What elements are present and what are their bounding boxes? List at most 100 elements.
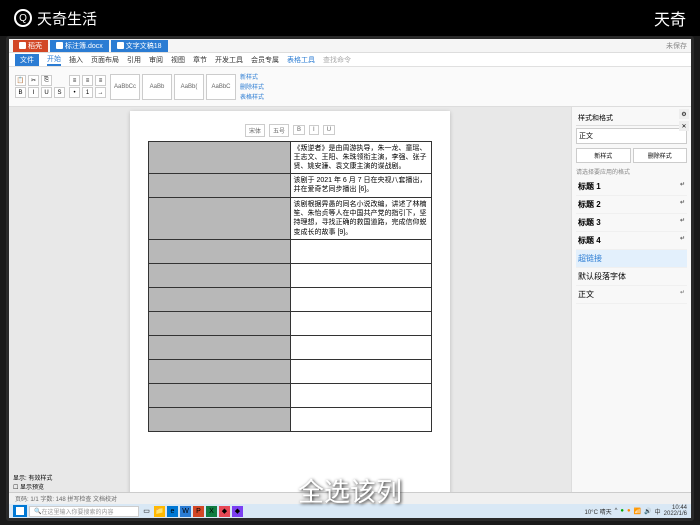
editor-canvas[interactable]: 宋体 五号 B I U 《叛逆者》是由周游执导，朱一龙、童瑶、王志文、王阳、朱珠… bbox=[9, 107, 571, 504]
app-icon bbox=[19, 42, 26, 49]
doc-icon bbox=[56, 42, 63, 49]
style-item-h1[interactable]: 标题 1↵ bbox=[576, 178, 687, 196]
cell-selected[interactable] bbox=[149, 142, 291, 174]
titlebar: 稻壳 标注簿.docx 文字文稿18 未保存 bbox=[9, 39, 691, 53]
indent-button[interactable]: → bbox=[95, 87, 106, 98]
mini-toolbar: 宋体 五号 B I U bbox=[148, 123, 432, 137]
menu-start[interactable]: 开始 bbox=[47, 54, 61, 66]
tray-icon[interactable]: ● bbox=[627, 508, 631, 514]
menu-insert[interactable]: 插入 bbox=[69, 55, 83, 65]
align-center-button[interactable]: ≡ bbox=[82, 75, 93, 86]
style-h2[interactable]: AaBb( bbox=[174, 74, 204, 100]
excel-icon[interactable]: X bbox=[206, 506, 217, 517]
new-style-button[interactable]: 新样式 bbox=[576, 148, 631, 163]
menu-view[interactable]: 视图 bbox=[171, 55, 185, 65]
tab-doc2[interactable]: 文字文稿18 bbox=[111, 40, 168, 52]
system-tray: 10°C 晴天 ^ ● ● 📶 🔊 中 10:44 2022/1/6 bbox=[585, 505, 688, 517]
clock-date[interactable]: 2022/1/6 bbox=[664, 511, 687, 517]
size-select[interactable]: 五号 bbox=[269, 124, 289, 137]
font-select[interactable]: 宋体 bbox=[245, 124, 265, 137]
app-icon-2[interactable]: ◆ bbox=[232, 506, 243, 517]
mini-bold[interactable]: B bbox=[293, 125, 305, 135]
brand-right: 天奇 bbox=[654, 6, 686, 30]
start-button[interactable] bbox=[13, 505, 27, 517]
style-list: 标题 1↵ 标题 2↵ 标题 3↵ 标题 4↵ 超链接 默认段落字体 正文↵ bbox=[576, 178, 687, 304]
menu-chapter[interactable]: 章节 bbox=[193, 55, 207, 65]
windows-icon bbox=[16, 507, 24, 515]
document-table[interactable]: 《叛逆者》是由周游执导，朱一龙、童瑶、王志文、王阳、朱珠领衔主演，李强、张子贤、… bbox=[148, 141, 432, 432]
underline-button[interactable]: U bbox=[41, 87, 52, 98]
table-row bbox=[149, 287, 432, 311]
style-h1[interactable]: AaBb bbox=[142, 74, 172, 100]
list-header: 请选择要应用的格式 bbox=[576, 167, 687, 176]
styles-panel: ⚙ ✕ 样式和格式 正文 新样式 删除样式 请选择要应用的格式 标题 1↵ 标题… bbox=[571, 107, 691, 504]
style-normal[interactable]: AaBbCc bbox=[110, 74, 140, 100]
edge-icon[interactable]: e bbox=[167, 506, 178, 517]
panel-close-icon[interactable]: ✕ bbox=[679, 121, 689, 131]
style-item-h4[interactable]: 标题 4↵ bbox=[576, 232, 687, 250]
app-icon-1[interactable]: ◆ bbox=[219, 506, 230, 517]
table-row: 该剧于 2021 年 6 月 7 日在央视八套播出，并在爱奇艺同步播出 [6]。 bbox=[149, 174, 432, 198]
mini-italic[interactable]: I bbox=[309, 125, 319, 135]
weather-widget[interactable]: 10°C 晴天 bbox=[585, 507, 612, 516]
align-right-button[interactable]: ≡ bbox=[95, 75, 106, 86]
page-info: 页码: 1/1 字数: 148 拼写检查 文档校对 bbox=[15, 494, 117, 503]
style-item-h3[interactable]: 标题 3↵ bbox=[576, 214, 687, 232]
new-style-link[interactable]: 新样式 bbox=[240, 72, 264, 81]
explorer-icon[interactable]: 📁 bbox=[154, 506, 165, 517]
paste-button[interactable]: 📋 bbox=[15, 75, 26, 86]
monitor-frame: 稻壳 标注簿.docx 文字文稿18 未保存 文件 开始 插入 页面布局 引用 … bbox=[6, 36, 694, 521]
menu-member[interactable]: 会员专属 bbox=[251, 55, 279, 65]
table-row: 该剧根据畀愚的同名小说改编，讲述了林楠笙、朱怡贞等人在中国共产党的指引下，坚持理… bbox=[149, 198, 432, 239]
italic-button[interactable]: I bbox=[28, 87, 39, 98]
align-left-button[interactable]: ≡ bbox=[69, 75, 80, 86]
table-row bbox=[149, 263, 432, 287]
style-item-h2[interactable]: 标题 2↵ bbox=[576, 196, 687, 214]
style-item-link[interactable]: 超链接 bbox=[576, 250, 687, 268]
menu-layout[interactable]: 页面布局 bbox=[91, 55, 119, 65]
style-h3[interactable]: AaBbC bbox=[206, 74, 236, 100]
brand-icon: Q bbox=[14, 9, 32, 27]
menu-search[interactable]: 查找命令 bbox=[323, 55, 351, 65]
menu-table-tools[interactable]: 表格工具 bbox=[287, 55, 315, 65]
brand-logo: Q 天奇生活 bbox=[14, 8, 97, 29]
list-button[interactable]: • bbox=[69, 87, 80, 98]
copy-button[interactable]: ⎘ bbox=[41, 75, 52, 86]
panel-tool-icon[interactable]: ⚙ bbox=[679, 109, 689, 119]
table-row: 《叛逆者》是由周游执导，朱一龙、童瑶、王志文、王阳、朱珠领衔主演，李强、张子贤、… bbox=[149, 142, 432, 174]
task-view-icon[interactable]: ▭ bbox=[141, 506, 152, 517]
table-row bbox=[149, 239, 432, 263]
tray-icon[interactable]: ● bbox=[620, 508, 624, 514]
ppt-icon[interactable]: P bbox=[193, 506, 204, 517]
tab-home[interactable]: 稻壳 bbox=[13, 40, 48, 52]
table-row bbox=[149, 383, 432, 407]
tray-up-icon[interactable]: ^ bbox=[615, 508, 618, 514]
menu-ref[interactable]: 引用 bbox=[127, 55, 141, 65]
brand-text: 天奇生活 bbox=[37, 8, 97, 29]
delete-style-button[interactable]: 删除样式 bbox=[633, 148, 688, 163]
menu-review[interactable]: 审阅 bbox=[149, 55, 163, 65]
style-item-default[interactable]: 默认段落字体 bbox=[576, 268, 687, 286]
cut-button[interactable]: ✂ bbox=[28, 75, 39, 86]
tab-doc1[interactable]: 标注簿.docx bbox=[50, 40, 109, 52]
numlist-button[interactable]: 1 bbox=[82, 87, 93, 98]
menu-file[interactable]: 文件 bbox=[15, 54, 39, 66]
volume-icon[interactable]: 🔊 bbox=[644, 508, 651, 515]
style-item-body[interactable]: 正文↵ bbox=[576, 286, 687, 304]
bold-button[interactable]: B bbox=[15, 87, 26, 98]
ribbon: 📋 ✂ ⎘ B I U S ≡ ≡ ≡ • 1 → Aa bbox=[9, 67, 691, 107]
unsaved-badge: 未保存 bbox=[666, 41, 687, 51]
taskbar-search[interactable]: 🔍 在这里输入你要搜索的内容 bbox=[29, 506, 139, 517]
menu-dev[interactable]: 开发工具 bbox=[215, 55, 243, 65]
mini-underline[interactable]: U bbox=[323, 125, 335, 135]
video-caption: 全选该列 bbox=[298, 472, 402, 509]
word-icon[interactable]: W bbox=[180, 506, 191, 517]
strike-button[interactable]: S bbox=[54, 87, 65, 98]
ime-icon[interactable]: 中 bbox=[655, 507, 661, 516]
table-row bbox=[149, 335, 432, 359]
del-style-link[interactable]: 删除样式 bbox=[240, 82, 264, 91]
current-style-dropdown[interactable]: 正文 bbox=[576, 128, 687, 144]
wifi-icon[interactable]: 📶 bbox=[634, 508, 641, 515]
cell-content[interactable]: 《叛逆者》是由周游执导，朱一龙、童瑶、王志文、王阳、朱珠领衔主演，李强、张子贤、… bbox=[290, 142, 432, 174]
table-style-link[interactable]: 表格样式 bbox=[240, 92, 264, 101]
